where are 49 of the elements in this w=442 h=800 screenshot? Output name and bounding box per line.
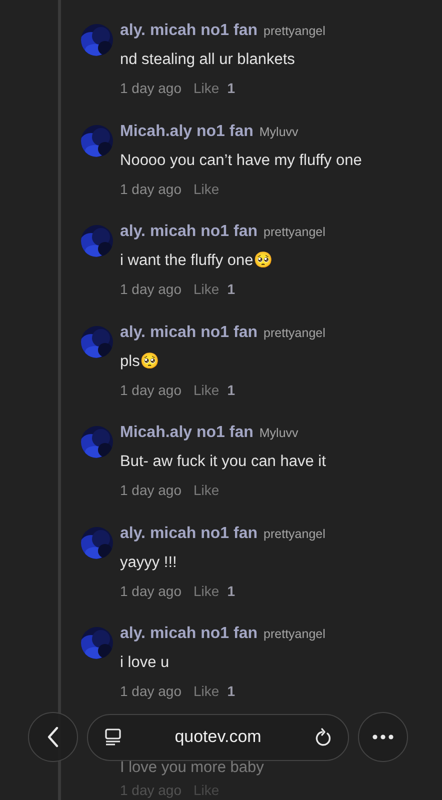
comment-text: Noooo you can’t have my fluffy one [120, 150, 362, 170]
username[interactable]: prettyangel [264, 326, 326, 340]
timestamp: 1 day ago [120, 482, 182, 498]
like-link[interactable]: Like [194, 382, 220, 398]
commenter-name[interactable]: aly. micah no1 fan [120, 22, 258, 40]
like-link[interactable]: Like [194, 80, 220, 96]
comment-text: nd stealing all ur blankets [120, 50, 296, 70]
url-text: quotev.com [174, 727, 262, 747]
comment-text: I love you more baby [120, 758, 264, 778]
like-link[interactable]: Like [194, 281, 220, 297]
comment-text: i love u [120, 653, 170, 673]
timestamp: 1 day ago [120, 683, 182, 699]
commenter-name[interactable]: aly. micah no1 fan [120, 524, 258, 542]
address-bar[interactable]: quotev.com [87, 714, 349, 760]
comment-text: But- aw fuck it you can have it [120, 452, 326, 472]
comment-text: pls🥺 [120, 352, 160, 372]
commenter-name[interactable]: aly. micah no1 fan [120, 223, 258, 241]
commenter-name[interactable]: aly. micah no1 fan [120, 324, 258, 342]
more-button[interactable] [358, 712, 408, 762]
like-count: 1 [227, 582, 235, 598]
like-link[interactable]: Like [194, 582, 220, 598]
reload-icon[interactable] [314, 727, 332, 747]
username[interactable]: prettyangel [264, 627, 326, 641]
username[interactable]: Myluvv [259, 426, 298, 440]
like-count: 1 [227, 683, 235, 699]
like-count: 1 [227, 382, 235, 398]
back-icon [46, 726, 60, 748]
commenter-name[interactable]: Micah.aly no1 fan [120, 122, 254, 140]
comment-text: yayyy !!! [120, 552, 178, 572]
commenter-name[interactable]: Micah.aly no1 fan [120, 424, 254, 442]
like-link[interactable]: Like [194, 180, 220, 196]
comment-text: i want the fluffy one🥺 [120, 251, 274, 271]
timestamp: 1 day ago [120, 80, 182, 96]
username[interactable]: prettyangel [264, 225, 326, 239]
timestamp: 1 day ago [120, 382, 182, 398]
page-menu-icon [104, 728, 122, 746]
timestamp: 1 day ago [120, 180, 182, 196]
more-icon [372, 734, 394, 740]
username[interactable]: Myluvv [259, 124, 298, 138]
like-link[interactable]: Like [194, 482, 220, 498]
timestamp: 1 day ago [120, 582, 182, 598]
like-count: 1 [227, 281, 235, 297]
username[interactable]: prettyangel [264, 24, 326, 38]
back-button[interactable] [28, 712, 78, 762]
like-count: 1 [227, 80, 235, 96]
commenter-name[interactable]: aly. micah no1 fan [120, 625, 258, 643]
username[interactable]: prettyangel [264, 526, 326, 540]
timestamp: 1 day ago [120, 281, 182, 297]
like-link[interactable]: Like [194, 683, 220, 699]
